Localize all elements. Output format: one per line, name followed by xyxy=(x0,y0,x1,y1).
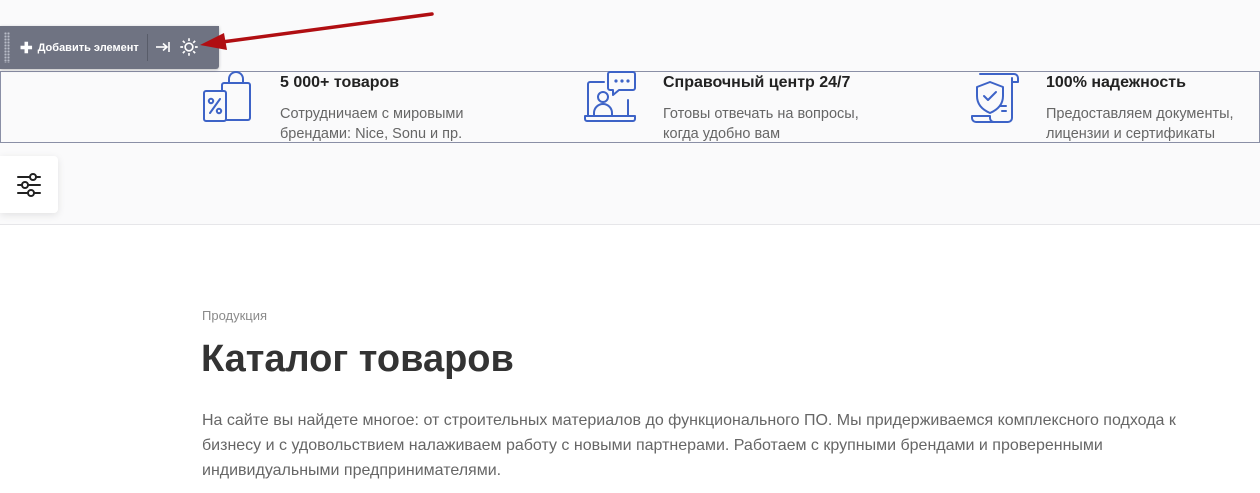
breadcrumb[interactable]: Продукция xyxy=(202,308,267,323)
drag-handle[interactable] xyxy=(4,32,10,63)
shield-document-icon xyxy=(971,73,1019,123)
toolbar-divider xyxy=(147,34,148,61)
add-element-label: Добавить элемент xyxy=(37,41,139,54)
add-element-button[interactable]: ✚ Добавить элемент xyxy=(20,26,139,69)
shopping-bag-percent-icon xyxy=(203,71,251,122)
pin-icon[interactable] xyxy=(153,36,173,58)
filter-sliders-icon xyxy=(17,173,41,197)
feature-title: 100% надежность xyxy=(1046,74,1186,91)
plus-icon: ✚ xyxy=(20,39,33,57)
support-center-icon xyxy=(584,71,636,122)
filter-button[interactable] xyxy=(0,156,58,213)
page-title: Каталог товаров xyxy=(201,338,514,380)
intro-text: На сайте вы найдете многое: от строитель… xyxy=(202,412,1176,479)
feature-text: Предоставляем документы, лицензии и серт… xyxy=(1046,106,1234,142)
feature-title: 5 000+ товаров xyxy=(280,74,400,91)
gear-icon[interactable] xyxy=(178,35,200,59)
feature-text: Готовы отвечать на вопросы, когда удобно… xyxy=(663,106,859,142)
editor-toolbar: ✚ Добавить элемент xyxy=(0,26,219,69)
feature-title: Справочный центр 24/7 xyxy=(663,74,851,91)
feature-text: Сотрудничаем с мировыми брендами: Nice, … xyxy=(280,106,464,142)
